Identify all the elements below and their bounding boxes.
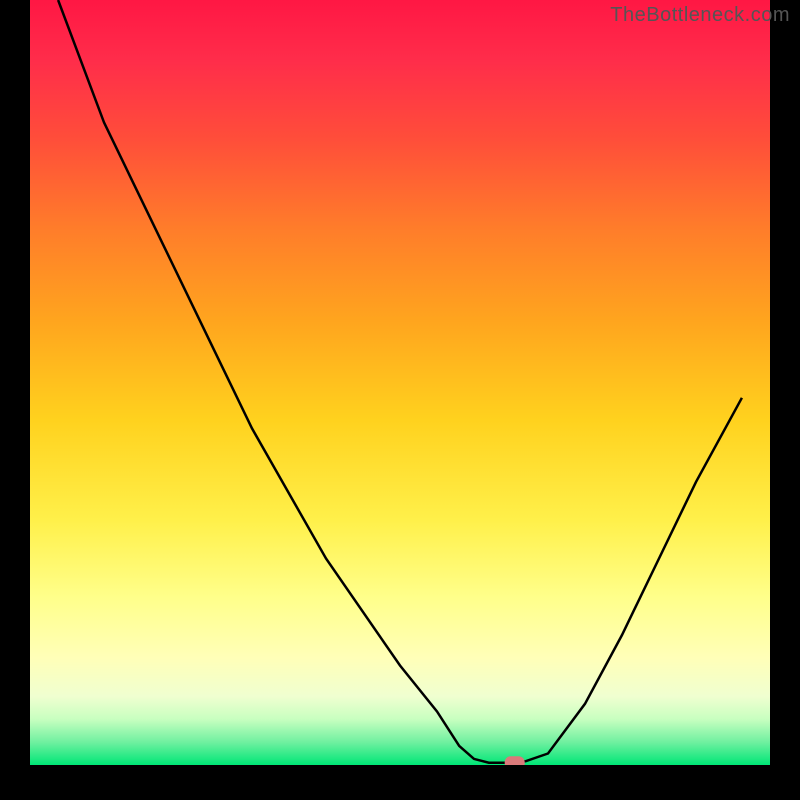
chart-container: TheBottleneck.com [0,0,800,800]
left-black-border [0,0,30,800]
gradient-background [30,0,770,765]
bottom-black-border [0,765,800,800]
watermark-text: TheBottleneck.com [610,4,790,27]
right-black-border [770,0,800,800]
bottleneck-curve-chart [0,0,800,800]
